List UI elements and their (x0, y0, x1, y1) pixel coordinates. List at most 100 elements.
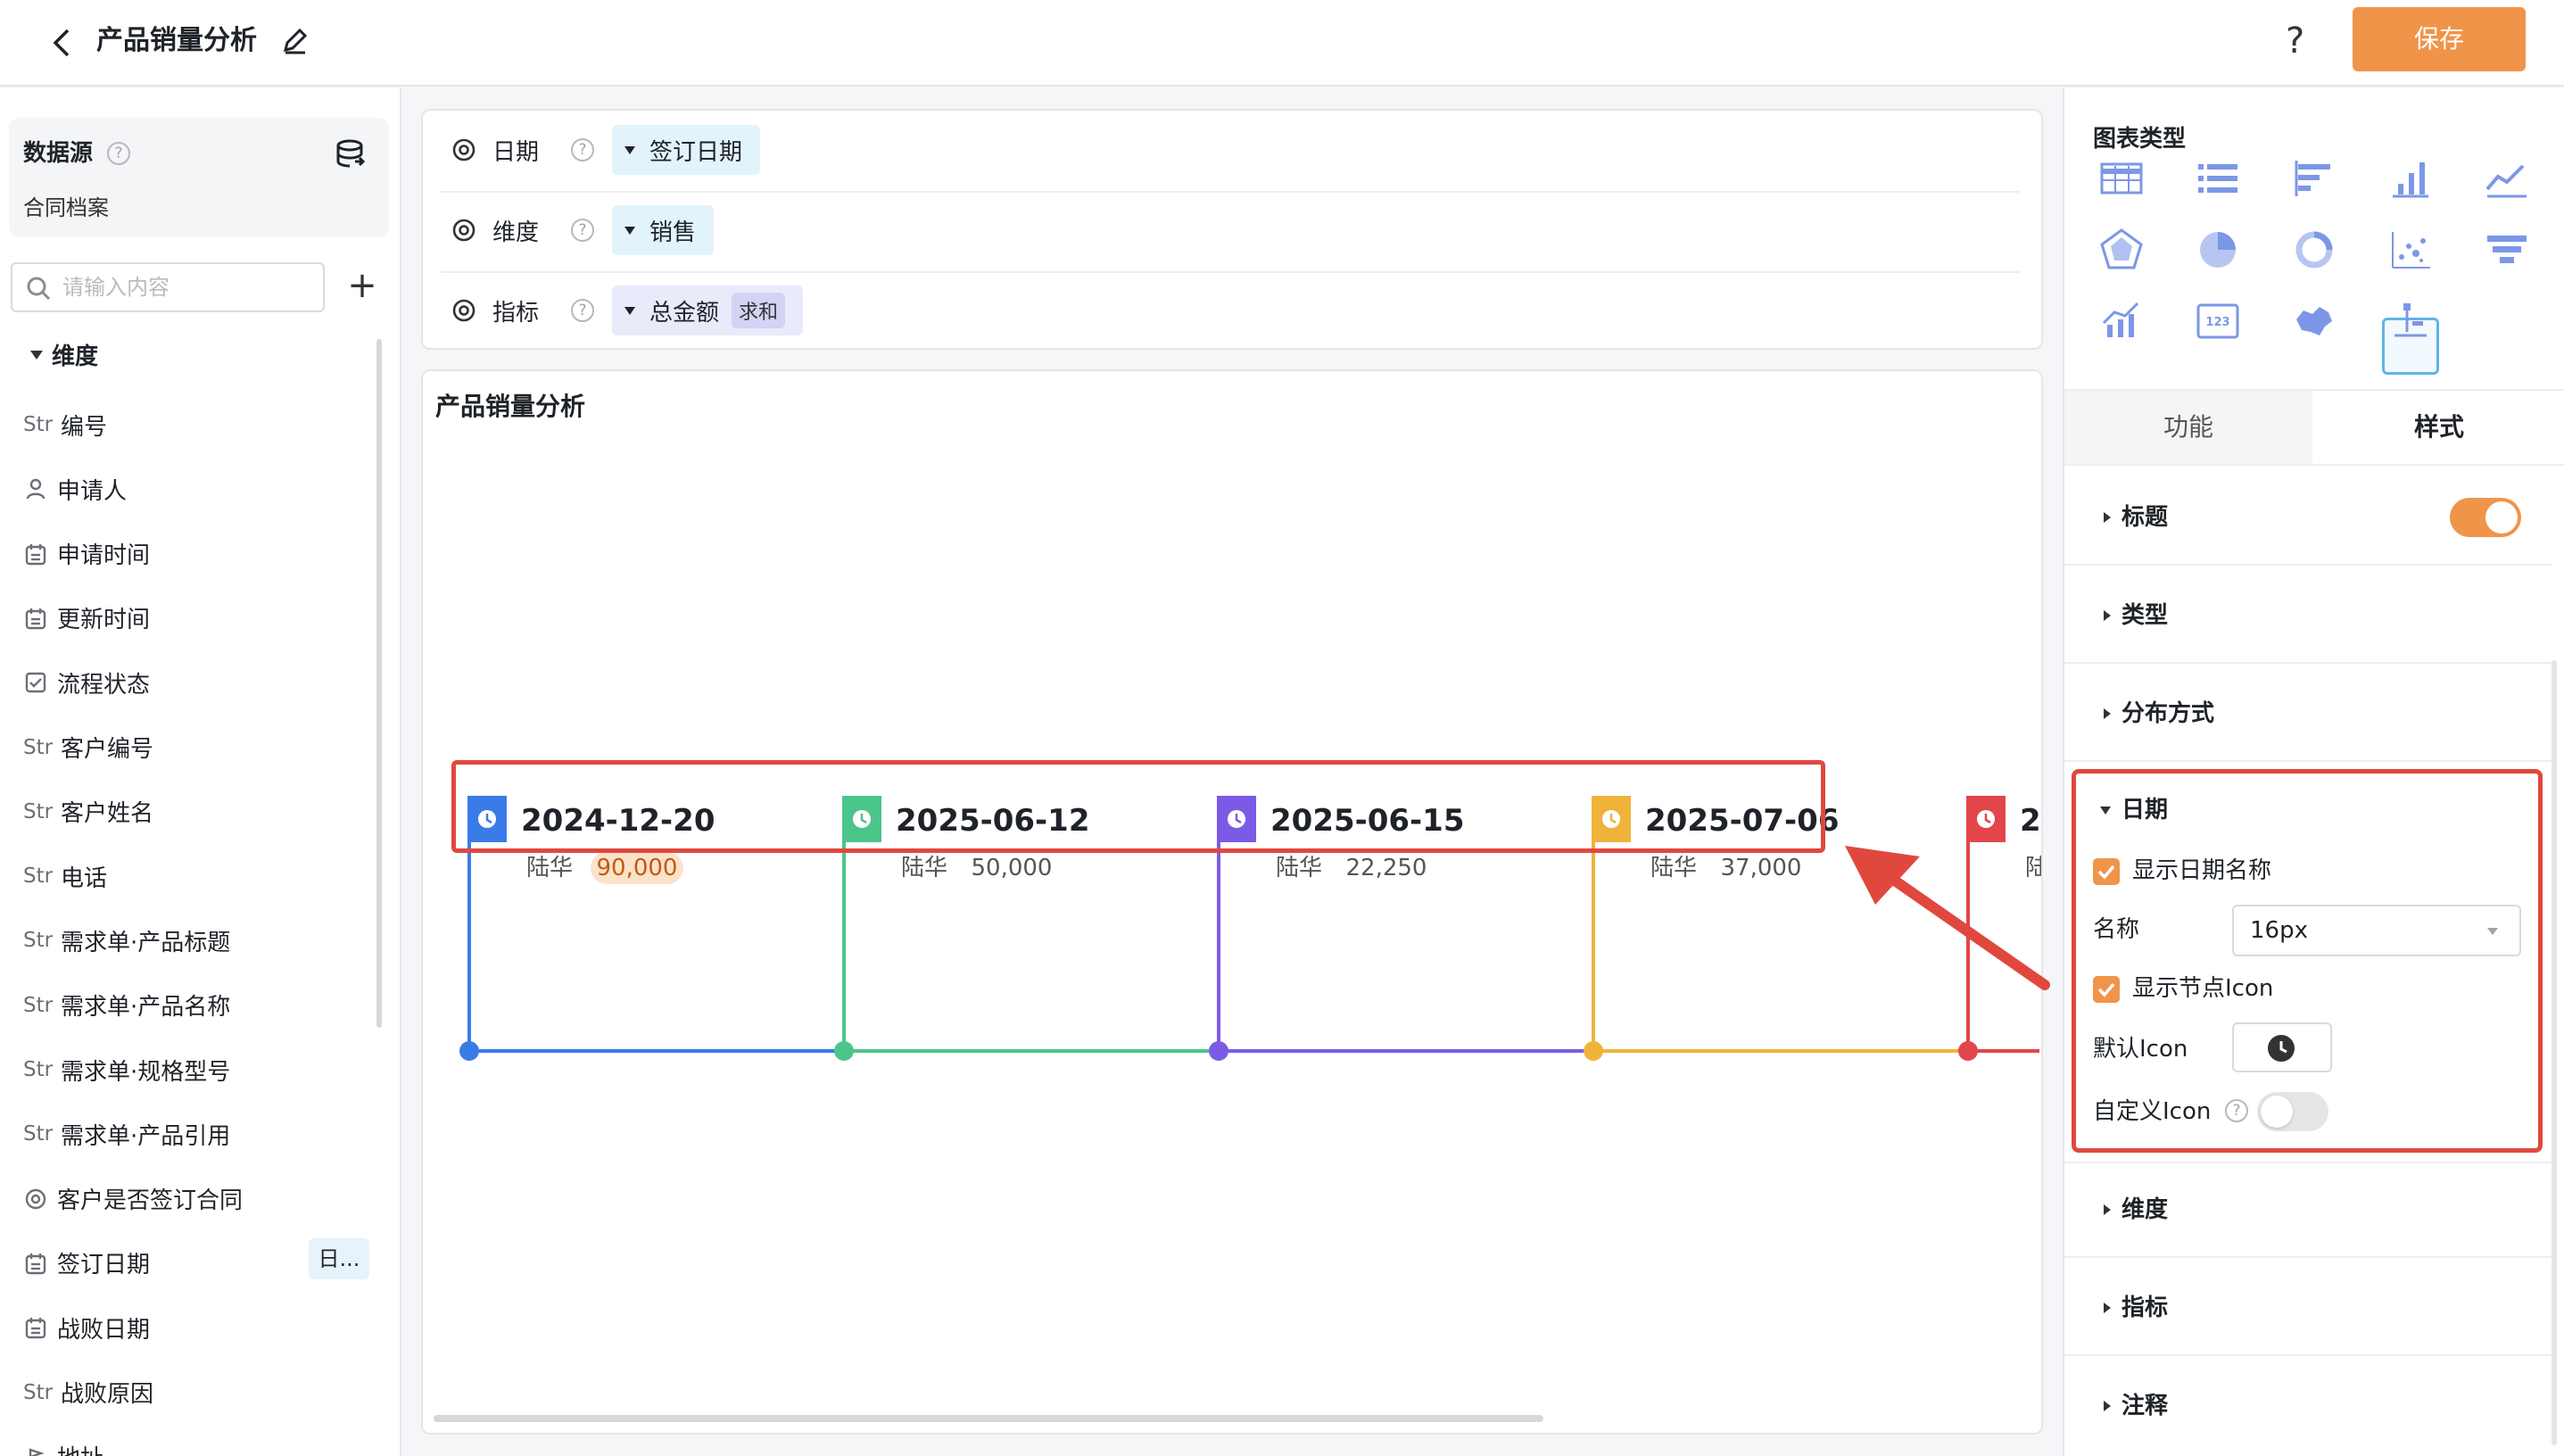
settings-scrollbar[interactable] (2552, 660, 2557, 1445)
field-item[interactable]: Str 需求单·产品名称 (23, 983, 380, 1028)
string-type-icon: Str (23, 1380, 54, 1404)
field-label: 申请时间 (57, 542, 151, 570)
line-icon[interactable] (2482, 153, 2532, 203)
checkbox-icon (23, 670, 57, 695)
field-label: 客户编号 (61, 736, 154, 763)
timeline-node-dot (1209, 1041, 1228, 1061)
field-label: 需求单·产品引用 (61, 1122, 231, 1150)
datasource-name: 合同档案 (23, 195, 109, 220)
field-label: 需求单·规格型号 (61, 1058, 231, 1086)
tab-style[interactable]: 样式 (2314, 391, 2564, 464)
setting-target-icon (452, 138, 476, 161)
string-type-icon: Str (23, 864, 54, 889)
page-title: 产品销量分析 (96, 25, 257, 56)
field-item[interactable]: Str 电话 (23, 854, 380, 898)
bar-vertical-icon[interactable] (2386, 153, 2436, 203)
map-icon[interactable] (2289, 296, 2339, 346)
toggle-knob (2485, 501, 2518, 534)
field-item[interactable]: 战败日期 (23, 1305, 380, 1350)
datasource-help-icon[interactable]: ? (107, 142, 130, 165)
aggregation-tag[interactable]: 求和 (732, 293, 786, 328)
chart-horizontal-scrollbar[interactable] (434, 1415, 1543, 1422)
field-item[interactable]: 地址 (23, 1435, 380, 1456)
help-button[interactable]: ? (2286, 18, 2304, 64)
config-divider (441, 271, 2020, 273)
field-item[interactable]: Str 需求单·产品标题 (23, 918, 380, 963)
help-icon[interactable]: ? (571, 138, 594, 161)
field-label: 签订日期 (57, 1252, 151, 1279)
pie-icon[interactable] (2193, 225, 2243, 275)
user-icon (23, 476, 57, 501)
field-item[interactable]: 流程状态 (23, 660, 380, 705)
field-item[interactable]: 申请时间 (23, 532, 380, 576)
field-item[interactable]: 申请人 (23, 467, 380, 511)
field-item[interactable]: Str 编号 (23, 402, 380, 447)
string-type-icon: Str (23, 1058, 54, 1081)
edit-title-button[interactable] (277, 23, 312, 59)
field-list-scrollbar[interactable] (376, 339, 382, 1028)
section-type-label: 类型 (2122, 602, 2169, 629)
config-field-pill[interactable]: 总金额 求和 (612, 285, 804, 335)
config-row-label: 日期 (492, 138, 540, 166)
field-item[interactable]: 客户是否签订合同 (23, 1177, 380, 1221)
field-label: 电话 (61, 864, 108, 892)
field-label: 编号 (61, 413, 108, 441)
combo-icon[interactable] (2097, 296, 2146, 346)
timeline-icon[interactable] (2386, 296, 2436, 346)
field-item[interactable]: 更新时间 (23, 596, 380, 641)
field-item[interactable]: Str 需求单·规格型号 (23, 1047, 380, 1092)
list-icon[interactable] (2193, 153, 2243, 203)
config-field-value: 销售 (649, 219, 697, 246)
save-button[interactable]: 保存 (2353, 7, 2526, 71)
caret-down-icon (624, 145, 635, 154)
dimension-section-label[interactable]: 维度 (52, 341, 98, 373)
config-field-pill[interactable]: 签订日期 (612, 125, 761, 175)
timeline-value-label: 90,000 (597, 855, 678, 881)
caret-right-icon (2104, 512, 2111, 523)
funnel-icon[interactable] (2482, 225, 2532, 275)
caret-right-icon (2104, 610, 2111, 621)
field-item[interactable]: Str 战败原因 (23, 1370, 380, 1415)
calendar-icon (23, 606, 57, 631)
calendar-icon (23, 1315, 57, 1340)
config-row-label: 指标 (492, 299, 540, 327)
help-icon[interactable]: ? (571, 219, 594, 242)
caret-down-icon[interactable] (30, 351, 43, 360)
timeline-dimension-label: 陆华 (526, 855, 573, 881)
datasource-label: 数据源 (23, 140, 94, 167)
search-input[interactable] (62, 268, 318, 307)
database-switch-icon[interactable] (334, 137, 366, 170)
field-item[interactable]: Str 需求单·产品引用 (23, 1112, 380, 1156)
field-item[interactable]: Str 客户姓名 (23, 790, 380, 834)
timeline-dimension-label: 陆华 (901, 855, 947, 881)
top-bar (0, 0, 2564, 87)
help-icon[interactable]: ? (571, 299, 594, 322)
bar-horizontal-icon[interactable] (2289, 153, 2339, 203)
string-type-icon: Str (23, 413, 54, 436)
timeline-node-dot (834, 1041, 854, 1061)
field-label: 战败日期 (57, 1316, 151, 1344)
table-icon[interactable] (2097, 153, 2146, 203)
field-label: 客户是否签订合同 (57, 1187, 244, 1215)
add-field-button[interactable]: + (344, 264, 380, 309)
annotation-arrow (1845, 846, 2050, 990)
string-type-icon: Str (23, 1122, 54, 1146)
timeline-node-dot (459, 1041, 479, 1061)
field-label: 地址 (57, 1440, 103, 1456)
chart-type-title: 图表类型 (2093, 126, 2187, 153)
field-item[interactable]: Str 客户编号 (23, 725, 380, 770)
number-card-icon[interactable]: 123 (2193, 296, 2243, 346)
tab-function[interactable]: 功能 (2064, 391, 2312, 464)
search-icon (25, 275, 52, 302)
donut-icon[interactable] (2289, 225, 2339, 275)
caret-down-icon (624, 226, 635, 235)
back-button[interactable] (43, 18, 82, 68)
config-field-pill[interactable]: 销售 (612, 205, 715, 255)
radar-icon[interactable] (2097, 225, 2146, 275)
timeline-chart: 2024-12-20陆华 90,0002025-06-12陆华 50,0002025… (459, 796, 2041, 1061)
scatter-icon[interactable] (2386, 225, 2436, 275)
config-field-value: 签订日期 (649, 138, 743, 166)
timeline-value-label: 22,250 (1346, 855, 1427, 881)
pencil-icon (283, 28, 308, 54)
timeline-value-label: 37,000 (1721, 855, 1802, 881)
